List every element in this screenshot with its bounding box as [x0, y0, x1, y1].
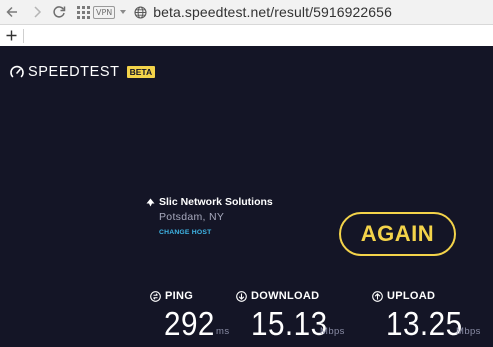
upload-label: UPLOAD — [387, 290, 436, 302]
upload-value: 13.25 — [386, 305, 463, 342]
ping-icon — [150, 291, 161, 302]
vpn-badge[interactable]: VPN — [93, 5, 116, 19]
speedtest-logo[interactable]: SPEEDTEST BETA — [10, 64, 156, 80]
upload-metric: UPLOAD 13.25 Mbps — [372, 290, 480, 342]
forward-button[interactable] — [26, 0, 48, 24]
speed-dial-button[interactable] — [72, 0, 94, 24]
upload-unit: Mbps — [456, 326, 481, 337]
server-marker-icon — [146, 198, 155, 207]
download-value: 15.13 — [251, 305, 328, 342]
ping-metric: PING 292 ms — [150, 290, 229, 342]
brand-name: SPEEDTEST — [28, 64, 120, 80]
isp-location: Potsdam, NY — [159, 211, 225, 223]
dropdown-caret-icon[interactable] — [120, 10, 127, 14]
isp-info: Slic Network Solutions Potsdam, NY CHANG… — [146, 196, 273, 237]
again-button[interactable]: AGAIN — [339, 212, 456, 256]
reload-button[interactable] — [48, 0, 70, 24]
download-label: DOWNLOAD — [251, 290, 320, 302]
download-unit: Mbps — [320, 326, 345, 337]
globe-icon[interactable] — [134, 5, 147, 19]
tab-divider — [23, 29, 24, 43]
reload-icon — [53, 6, 66, 18]
chevron-right-icon — [34, 6, 42, 18]
beta-badge: BETA — [126, 66, 156, 78]
ping-label: PING — [165, 290, 194, 302]
back-arrow-icon — [6, 6, 17, 18]
back-button[interactable] — [2, 0, 24, 24]
download-arrow-icon — [236, 291, 247, 302]
speedometer-icon — [10, 65, 24, 78]
speedtest-page: SPEEDTEST BETA Slic Network Solutions Po… — [0, 46, 493, 347]
plus-icon — [6, 30, 16, 40]
ping-unit: ms — [216, 326, 230, 337]
address-bar[interactable]: VPN beta.speedtest.net/result/5916922656 — [93, 0, 487, 24]
isp-name: Slic Network Solutions — [159, 196, 273, 208]
ping-value: 292 — [164, 305, 215, 342]
tab-strip — [0, 25, 493, 46]
browser-toolbar: VPN beta.speedtest.net/result/5916922656 — [0, 0, 493, 24]
url-text[interactable]: beta.speedtest.net/result/5916922656 — [153, 4, 392, 20]
grid-icon — [76, 5, 90, 19]
upload-arrow-icon — [372, 291, 383, 302]
download-metric: DOWNLOAD 15.13 Mbps — [236, 290, 344, 342]
new-tab-button[interactable] — [4, 26, 18, 44]
change-host-link[interactable]: CHANGE HOST — [159, 228, 273, 237]
